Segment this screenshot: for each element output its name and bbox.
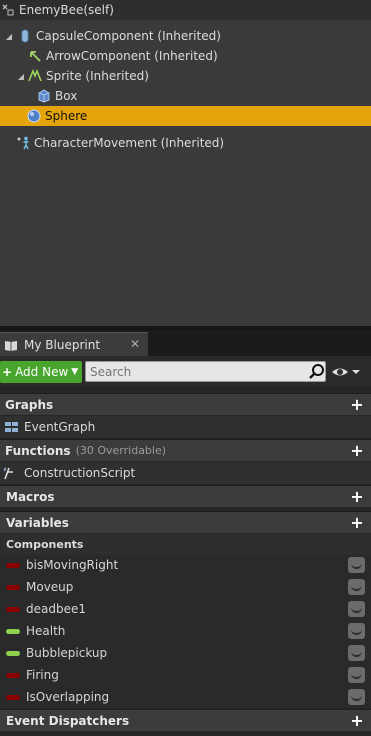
variable-label: Firing	[26, 668, 59, 682]
subsection-components-label: Components	[6, 537, 84, 551]
tree-item-label: Sphere	[45, 109, 88, 123]
list-item-constructionscript[interactable]: ConstructionScript	[0, 462, 371, 484]
tree-item-box[interactable]: Box	[0, 86, 371, 106]
view-options-eye-icon[interactable]	[331, 364, 361, 380]
variable-label: Bubblepickup	[26, 646, 108, 660]
variable-label: bisMovingRight	[26, 558, 119, 572]
variable-row[interactable]: Moveup	[0, 576, 371, 598]
components-tree: EnemyBee(self) ◢ CapsuleComponent (Inher…	[0, 0, 371, 326]
tab-label: My Blueprint	[24, 337, 101, 352]
tree-item-arrow[interactable]: ArrowComponent (Inherited)	[0, 46, 371, 66]
tree-item-sphere[interactable]: Sphere	[0, 106, 371, 126]
section-macros[interactable]: Macros +	[0, 485, 371, 507]
visibility-eye-icon[interactable]	[348, 557, 365, 573]
tree-item-label: ArrowComponent (Inherited)	[46, 49, 218, 63]
function-icon	[2, 466, 20, 480]
visibility-eye-icon[interactable]	[348, 689, 365, 705]
variable-row[interactable]: IsOverlapping	[0, 686, 371, 708]
close-icon[interactable]: ✕	[130, 337, 140, 351]
event-graph-icon	[2, 420, 20, 434]
capsule-icon	[18, 29, 32, 43]
list-item-label: EventGraph	[24, 420, 96, 434]
variable-label: IsOverlapping	[26, 690, 110, 704]
boolean-type-pill-icon	[6, 672, 20, 678]
variable-row[interactable]: Bubblepickup	[0, 642, 371, 664]
tree-item-sprite[interactable]: ◢ Sprite (Inherited)	[0, 66, 371, 86]
box-icon	[37, 89, 51, 103]
visibility-eye-icon[interactable]	[348, 623, 365, 639]
tree-item-capsule[interactable]: ◢ CapsuleComponent (Inherited)	[0, 26, 371, 46]
arrow-component-icon	[28, 49, 42, 63]
boolean-type-pill-icon	[6, 694, 20, 700]
visibility-eye-icon[interactable]	[348, 579, 365, 595]
tree-item-character-movement[interactable]: CharacterMovement (Inherited)	[0, 133, 371, 153]
chevron-down-icon: ▼	[71, 367, 79, 377]
tab-my-blueprint[interactable]: My Blueprint ✕	[0, 332, 148, 356]
sprite-icon	[28, 68, 42, 83]
boolean-type-pill-icon	[6, 606, 20, 612]
variable-row[interactable]: bisMovingRight	[0, 554, 371, 576]
add-variable-button[interactable]: +	[349, 515, 365, 531]
section-variables-label: Variables	[6, 515, 69, 530]
variable-row[interactable]: Firing	[0, 664, 371, 686]
blueprint-toolbar: + Add New ▼	[0, 356, 371, 386]
boolean-type-pill-icon	[6, 562, 20, 568]
blueprint-self-icon	[1, 3, 15, 17]
add-graph-button[interactable]: +	[349, 397, 365, 413]
section-event-dispatchers-label: Event Dispatchers	[6, 713, 130, 728]
section-graphs-label: Graphs	[5, 397, 54, 412]
section-functions[interactable]: Functions (30 Overridable) +	[0, 439, 371, 461]
visibility-eye-icon[interactable]	[348, 645, 365, 661]
integer-type-pill-icon	[6, 650, 20, 656]
add-new-label: Add New	[15, 365, 69, 379]
integer-type-pill-icon	[6, 628, 20, 634]
tree-root-row[interactable]: EnemyBee(self)	[0, 0, 371, 20]
variable-row[interactable]: Health	[0, 620, 371, 642]
tree-item-label: Box	[55, 89, 78, 103]
tree-root-label: EnemyBee(self)	[19, 3, 114, 17]
my-blueprint-panel: My Blueprint ✕ + Add New ▼ Graphs + Even…	[0, 330, 371, 736]
character-movement-icon	[16, 136, 30, 150]
search-input[interactable]	[85, 361, 326, 382]
tree-item-label: CapsuleComponent (Inherited)	[36, 29, 221, 43]
variable-row[interactable]: deadbee1	[0, 598, 371, 620]
variable-label: deadbee1	[26, 602, 86, 616]
list-item-label: ConstructionScript	[24, 466, 136, 480]
section-functions-label: Functions	[5, 443, 71, 458]
section-variables[interactable]: Variables +	[0, 511, 371, 533]
add-function-button[interactable]: +	[349, 443, 365, 459]
expand-arrow-icon[interactable]: ◢	[4, 32, 14, 41]
tree-item-label: Sprite (Inherited)	[46, 69, 149, 83]
tree-item-label: CharacterMovement (Inherited)	[34, 136, 225, 150]
add-new-button[interactable]: + Add New ▼	[0, 361, 82, 383]
section-macros-label: Macros	[6, 489, 55, 504]
variable-label: Health	[26, 624, 66, 638]
section-event-dispatchers[interactable]: Event Dispatchers +	[0, 709, 371, 731]
add-macro-button[interactable]: +	[349, 489, 365, 505]
section-graphs[interactable]: Graphs +	[0, 393, 371, 415]
book-icon	[4, 339, 18, 351]
sphere-icon	[27, 109, 41, 123]
subsection-components[interactable]: Components	[0, 534, 371, 554]
variable-label: Moveup	[26, 580, 74, 594]
visibility-eye-icon[interactable]	[348, 667, 365, 683]
visibility-eye-icon[interactable]	[348, 601, 365, 617]
plus-icon: +	[2, 365, 13, 379]
boolean-type-pill-icon	[6, 584, 20, 590]
search-icon[interactable]	[308, 363, 326, 381]
list-item-eventgraph[interactable]: EventGraph	[0, 416, 371, 438]
expand-arrow-icon[interactable]: ◢	[16, 72, 26, 81]
tab-bar: My Blueprint ✕	[0, 330, 371, 356]
functions-overridable-count: (30 Overridable)	[75, 444, 167, 457]
add-event-dispatcher-button[interactable]: +	[349, 713, 365, 729]
